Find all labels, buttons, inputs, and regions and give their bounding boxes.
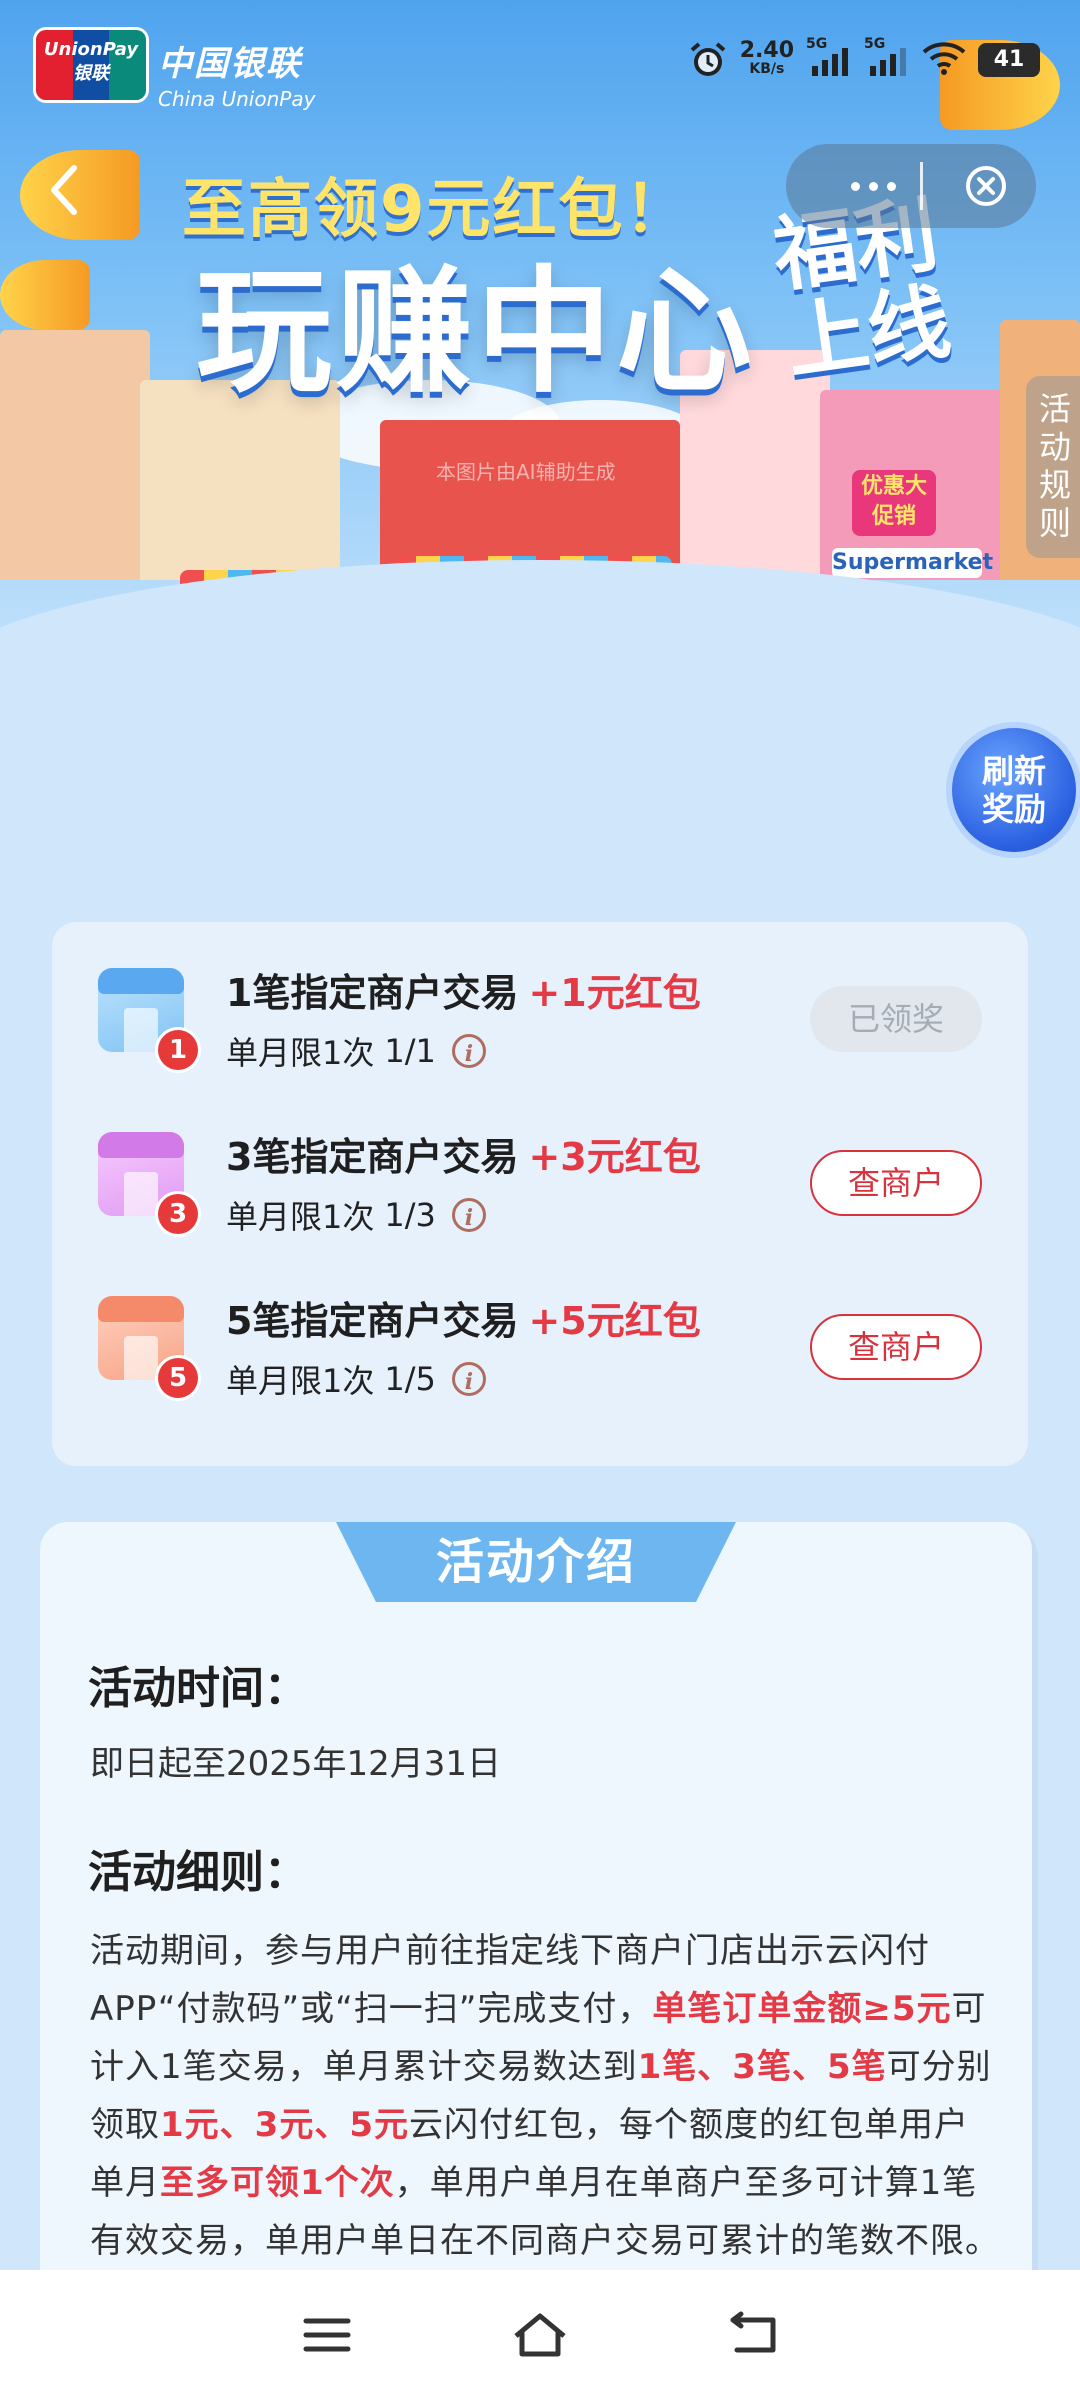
rules-heading: 活动细则： — [82, 1836, 314, 1900]
rules-body: 活动期间，参与用户前往指定线下商户门店出示云闪付APP“付款码”或“扫一扫”完成… — [90, 1931, 1000, 2261]
ai-generated-note: 本图片由AI辅助生成 — [436, 460, 616, 484]
task-progress: 单月限1次 1/1 i — [226, 1028, 486, 1074]
back-button[interactable] — [40, 160, 90, 220]
supermarket-sign: Supermarket — [832, 548, 993, 578]
refresh-rewards-button[interactable]: 刷新 奖励 — [952, 728, 1076, 852]
mini-program-capsule — [786, 144, 1036, 228]
activity-rules-tab[interactable]: 活动规则 — [1026, 376, 1080, 558]
brand-name: 中国银联 China UnionPay — [158, 44, 316, 111]
info-icon[interactable]: i — [451, 1034, 486, 1068]
task-title: 5笔指定商户交易 +5元红包 — [226, 1299, 701, 1343]
task-row: 1 1笔指定商户交易 +1元红包 单月限1次 1/1 i 已领奖 — [52, 932, 1028, 1092]
close-circle-icon[interactable] — [964, 164, 1008, 208]
wifi-icon — [922, 40, 966, 80]
view-merchants-button[interactable]: 查商户 — [810, 1314, 982, 1380]
shop-icon: 1 — [94, 962, 198, 1070]
home-button[interactable] — [500, 2295, 580, 2375]
more-dots-icon[interactable] — [828, 144, 918, 228]
task-list-card: 1 1笔指定商户交易 +1元红包 单月限1次 1/1 i 已领奖 3 3笔指定商户交易… — [52, 922, 1028, 1466]
task-progress: 单月限1次 1/3 i — [226, 1192, 486, 1238]
info-icon[interactable]: i — [451, 1362, 486, 1396]
signal-1: 5G — [806, 36, 852, 80]
task-title: 3笔指定商户交易 +3元红包 — [226, 1135, 701, 1179]
task-row: 3 3笔指定商户交易 +3元红包 单月限1次 1/3 i 查商户 — [52, 1096, 1028, 1256]
menu-icon — [303, 2318, 351, 2352]
intro-tab: 活动介绍 — [336, 1522, 736, 1602]
chevron-left-icon — [51, 165, 77, 215]
claimed-button: 已领奖 — [810, 986, 982, 1052]
shop-icon: 3 — [94, 1126, 198, 1234]
activity-intro-card: 活动介绍 活动时间： 即日起至2025年12月31日 活动细则： 活动期间，参与… — [40, 1522, 1032, 2382]
signal-2: 5G — [864, 36, 910, 80]
time-text: 即日起至2025年12月31日 — [90, 1744, 502, 1784]
banner-headline-main: 玩赚中心 — [196, 254, 756, 412]
shop-icon: 5 — [94, 1290, 198, 1398]
status-bar: UnionPay 银联 中国银联 China UnionPay 2.40 KB/s… — [0, 0, 1080, 130]
return-button[interactable] — [713, 2295, 793, 2375]
home-icon — [514, 2313, 566, 2357]
task-title: 1笔指定商户交易 +1元红包 — [226, 971, 701, 1015]
battery-indicator: 41 — [978, 43, 1040, 77]
time-heading: 活动时间： — [82, 1652, 314, 1716]
back-arrow-icon — [730, 2311, 776, 2353]
network-speed: 2.40 KB/s — [739, 38, 794, 78]
alarm-icon — [688, 40, 728, 80]
info-icon[interactable]: i — [451, 1198, 486, 1232]
task-progress: 单月限1次 1/5 i — [226, 1356, 486, 1402]
sale-sign: 优惠大促销 — [852, 470, 936, 536]
system-nav-bar — [0, 2270, 1080, 2400]
unionpay-logo: UnionPay 银联 — [36, 30, 146, 100]
task-row: 5 5笔指定商户交易 +5元红包 单月限1次 1/5 i 查商户 — [52, 1260, 1028, 1420]
menu-button[interactable] — [287, 2295, 367, 2375]
view-merchants-button[interactable]: 查商户 — [810, 1150, 982, 1216]
